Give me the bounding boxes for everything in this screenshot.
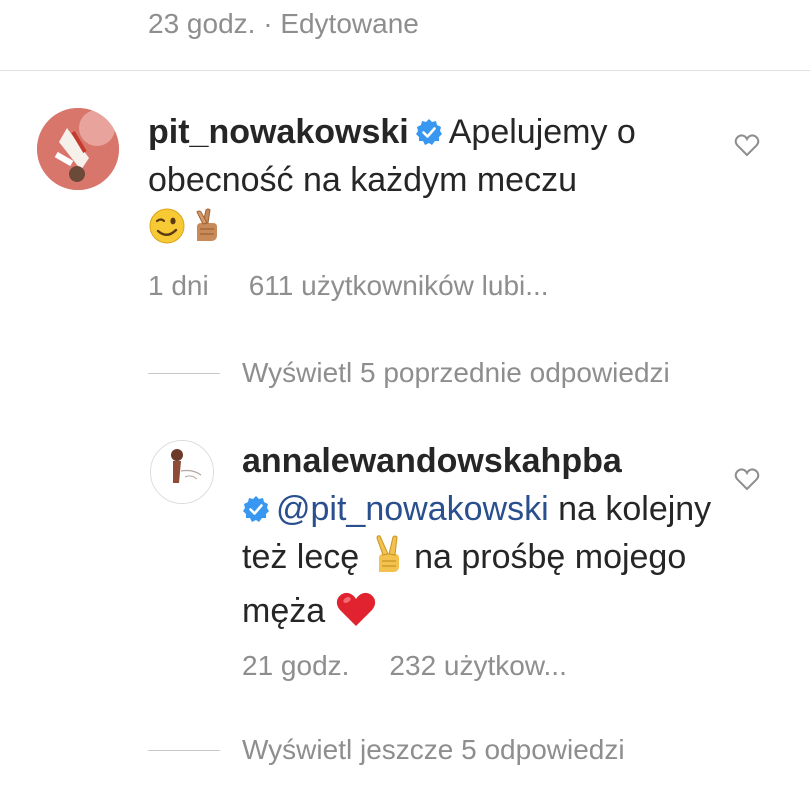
view-more-replies-button[interactable]: Wyświetl jeszcze 5 odpowiedzi — [242, 732, 625, 768]
edited-label: Edytowane — [280, 8, 419, 39]
victory-hand-icon — [369, 534, 405, 587]
meta-separator: · — [255, 8, 281, 39]
view-previous-replies-button[interactable]: Wyświetl 5 poprzednie odpowiedzi — [242, 355, 670, 391]
previous-comment-time: 23 godz. — [148, 8, 256, 39]
reply-heart-icon[interactable] — [734, 467, 760, 491]
main-comment-username[interactable]: pit_nowakowski — [148, 113, 409, 151]
reply-time: 21 godz. — [242, 650, 350, 681]
main-comment-time: 1 dni — [148, 270, 209, 301]
reply-mention-link[interactable]: @pit_nowakowski — [276, 490, 549, 528]
reply-comment-body: annalewandowskahpba @pit_nowakowski na k… — [242, 437, 712, 641]
reply-username[interactable]: annalewandowskahpba — [242, 442, 622, 480]
reply-likes[interactable]: 232 użytkow... — [389, 650, 566, 681]
avatar-pit-nowakowski[interactable] — [37, 108, 119, 190]
avatar-image — [37, 108, 119, 190]
red-heart-icon — [335, 590, 377, 641]
main-comment-likes[interactable]: 611 użytkowników lubi... — [249, 270, 549, 301]
avatar-image — [151, 441, 213, 503]
avatar-annalewandowskahpba[interactable] — [150, 440, 214, 504]
main-comment-body: pit_nowakowski Apelujemy o obecność na ka… — [148, 108, 708, 258]
main-comment-heart-icon[interactable] — [734, 133, 760, 157]
replies-line — [148, 750, 220, 751]
reply-meta: 21 godz. 232 użytkow... — [242, 648, 607, 684]
replies-line — [148, 373, 220, 374]
section-divider — [0, 70, 810, 71]
winking-face-icon — [148, 207, 186, 258]
verified-badge-icon — [415, 111, 443, 145]
main-comment-meta: 1 dni 611 użytkowników lubi... — [148, 268, 589, 304]
verified-badge-icon — [242, 488, 270, 522]
previous-comment-meta: 23 godz. · Edytowane — [148, 6, 419, 42]
crossed-fingers-icon — [186, 207, 224, 258]
